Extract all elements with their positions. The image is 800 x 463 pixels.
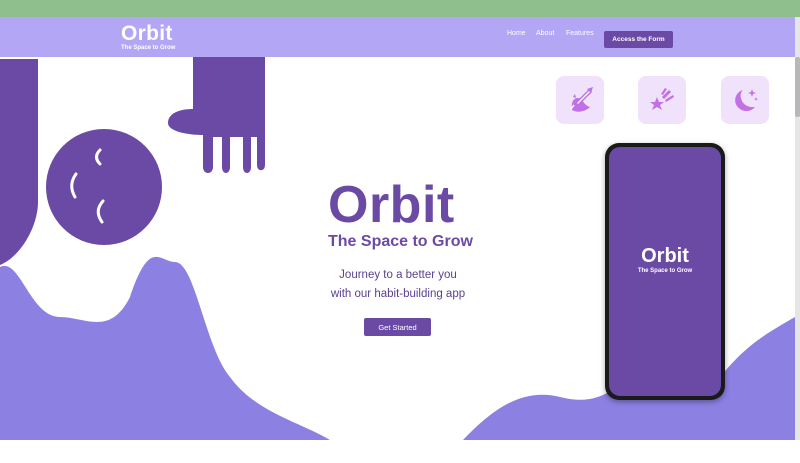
window-bottom-strip [0,440,800,463]
nav-link-about[interactable]: About [536,30,554,37]
shooting-star-icon [650,88,674,110]
hero-description: Journey to a better you with our habit-b… [300,266,496,304]
access-form-button[interactable]: Access the Form [604,31,673,48]
character-head [46,129,162,245]
hero-description-line-1: Journey to a better you [339,269,457,281]
phone-mockup: Orbit The Space to Grow [605,143,725,400]
hero-description-line-2: with our habit-building app [330,288,466,300]
feature-tile-rocket [556,76,604,124]
character-hand [168,57,265,173]
nav-link-home[interactable]: Home [507,30,526,37]
scrollbar-thumb[interactable] [795,57,800,117]
hero-title: Orbit [328,176,455,234]
brand-title: Orbit [121,22,173,45]
brand-subtitle: The Space to Grow [121,45,176,51]
get-started-button[interactable]: Get Started [364,318,431,336]
moon-stars-icon [735,89,758,112]
nav-link-features[interactable]: Features [566,30,594,37]
vertical-scrollbar[interactable] [795,17,800,440]
phone-screen: Orbit The Space to Grow [609,147,721,396]
character-arm-shape [0,59,38,265]
phone-app-subtitle: The Space to Grow [637,268,693,274]
rocket-icon [570,87,593,112]
left-wave-shape [0,256,330,440]
phone-app-title: Orbit [641,245,689,267]
feature-tile-moon [721,76,769,124]
brand-logo[interactable]: Orbit The Space to Grow [121,22,176,52]
top-navigation-bar: Orbit The Space to Grow Home About Featu… [0,17,795,57]
page-viewport: Orbit The Space to Grow Home About Featu… [0,17,795,440]
window-top-strip [0,0,800,17]
hero-subtitle: The Space to Grow [328,233,473,250]
feature-tile-star [638,76,686,124]
